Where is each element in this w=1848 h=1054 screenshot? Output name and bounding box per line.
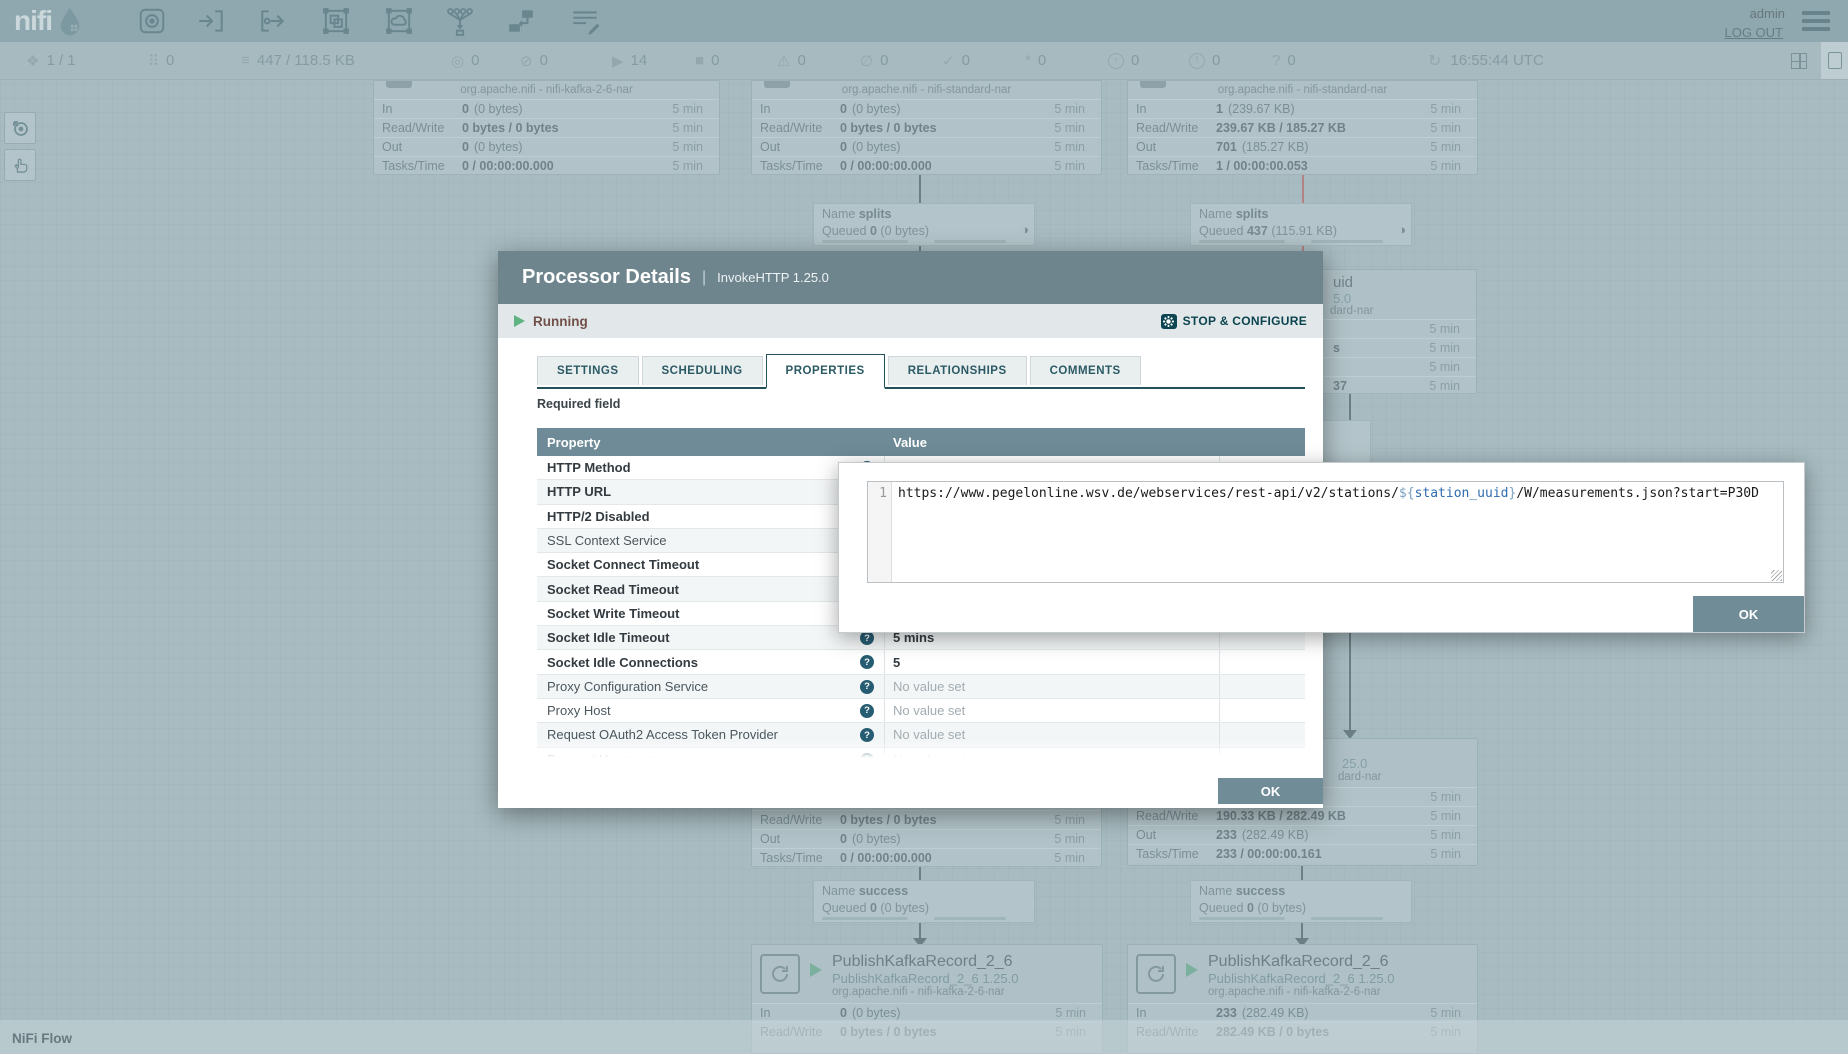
value-editor[interactable]: 1 https://www.pegelonline.wsv.de/webserv…	[867, 481, 1784, 583]
stop-and-configure-button[interactable]: STOP & CONFIGURE	[1161, 314, 1307, 329]
property-name: Socket Connect Timeout	[547, 557, 699, 572]
tab-properties[interactable]: PROPERTIES	[766, 354, 885, 389]
expression-open: ${	[1399, 486, 1415, 501]
stop-configure-label: STOP & CONFIGURE	[1183, 314, 1307, 328]
property-name: Proxy Host	[547, 703, 611, 718]
dialog-title: Processor Details	[522, 266, 691, 289]
property-row-spacer	[1220, 699, 1305, 722]
tab-comments[interactable]: COMMENTS	[1030, 356, 1141, 385]
property-name: HTTP/2 Disabled	[547, 509, 650, 524]
column-value: Value	[885, 435, 1220, 450]
property-name: Socket Idle Timeout	[547, 630, 670, 645]
property-name: HTTP URL	[547, 484, 611, 499]
property-row-spacer	[1220, 675, 1305, 698]
property-name: Socket Write Timeout	[547, 606, 679, 621]
resize-handle[interactable]	[1771, 570, 1782, 581]
property-row-spacer	[1220, 650, 1305, 673]
dialog-tabs: SETTINGS SCHEDULING PROPERTIES RELATIONS…	[537, 354, 1305, 389]
dialog-subtitle: InvokeHTTP 1.25.0	[717, 270, 829, 285]
value-editor-input[interactable]: https://www.pegelonline.wsv.de/webservic…	[892, 482, 1759, 582]
property-name: SSL Context Service	[547, 533, 666, 548]
property-name: HTTP Method	[547, 460, 631, 475]
required-field-label: Required field	[537, 397, 620, 411]
line-number-gutter: 1	[868, 482, 892, 582]
tab-relationships[interactable]: RELATIONSHIPS	[888, 356, 1027, 385]
help-icon[interactable]: ?	[860, 704, 874, 718]
popup-ok-button[interactable]: OK	[1693, 596, 1804, 632]
property-name: Socket Idle Connections	[547, 655, 698, 670]
dialog-title-separator: |	[702, 269, 706, 287]
table-fade	[537, 741, 1305, 758]
property-name: Proxy Configuration Service	[547, 679, 708, 694]
running-icon	[514, 315, 525, 327]
property-row[interactable]: Proxy Host? No value set	[537, 699, 1305, 723]
help-icon[interactable]: ?	[860, 655, 874, 669]
property-value[interactable]: No value set	[885, 675, 1220, 698]
property-table-header: Property Value	[537, 428, 1305, 456]
column-property: Property	[537, 435, 885, 450]
tab-scheduling[interactable]: SCHEDULING	[642, 356, 763, 385]
nifi-application: org.apache.nifi - nifi-kafka-2-6-nar In0…	[0, 0, 1848, 1054]
expression-variable: station_uuid	[1415, 486, 1509, 501]
dialog-status-bar: Running STOP & CONFIGURE	[498, 304, 1323, 338]
tab-settings[interactable]: SETTINGS	[537, 356, 639, 385]
property-value[interactable]: 5	[885, 650, 1220, 673]
line-number: 1	[879, 486, 887, 501]
property-row[interactable]: Proxy Configuration Service? No value set	[537, 675, 1305, 699]
gear-icon	[1161, 314, 1177, 329]
help-icon[interactable]: ?	[860, 631, 874, 645]
value-editor-popup: 1 https://www.pegelonline.wsv.de/webserv…	[838, 462, 1805, 633]
dialog-header[interactable]: Processor Details | InvokeHTTP 1.25.0	[498, 251, 1323, 304]
property-value[interactable]: No value set	[885, 699, 1220, 722]
dialog-ok-button[interactable]: OK	[1218, 778, 1323, 804]
property-row[interactable]: Socket Idle Connections? 5	[537, 650, 1305, 674]
run-status-label: Running	[533, 314, 588, 329]
property-name: Socket Read Timeout	[547, 582, 679, 597]
help-icon[interactable]: ?	[860, 680, 874, 694]
